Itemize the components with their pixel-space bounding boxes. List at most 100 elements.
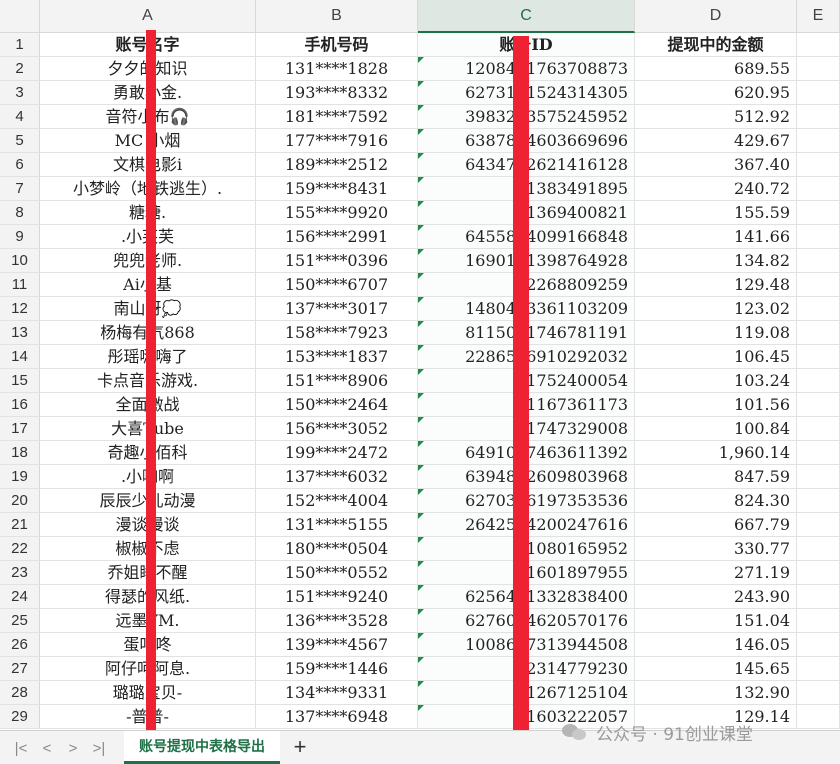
cell-empty[interactable] (797, 585, 840, 609)
cell-phone[interactable]: 151****0396 (256, 249, 418, 273)
cell-amount[interactable]: 155.59 (635, 201, 797, 225)
cell-phone[interactable]: 150****2464 (256, 393, 418, 417)
cell-amount[interactable]: 119.08 (635, 321, 797, 345)
row-number[interactable]: 8 (0, 201, 40, 225)
row-number[interactable]: 29 (0, 705, 40, 729)
cell-empty[interactable] (797, 609, 840, 633)
row-number[interactable]: 14 (0, 345, 40, 369)
row-number[interactable]: 24 (0, 585, 40, 609)
cell-phone[interactable]: 137****6948 (256, 705, 418, 729)
cell-phone[interactable]: 199****2472 (256, 441, 418, 465)
cell-phone[interactable]: 150****0552 (256, 561, 418, 585)
row-number[interactable]: 25 (0, 609, 40, 633)
row-number[interactable]: 3 (0, 81, 40, 105)
row-number[interactable]: 13 (0, 321, 40, 345)
cell-empty[interactable] (797, 561, 840, 585)
cell-amount[interactable]: 620.95 (635, 81, 797, 105)
row-number[interactable]: 6 (0, 153, 40, 177)
cell-empty[interactable] (797, 681, 840, 705)
cell-amount[interactable]: 240.72 (635, 177, 797, 201)
cell-empty[interactable] (797, 297, 840, 321)
cell-phone[interactable]: 159****1446 (256, 657, 418, 681)
cell-empty[interactable] (797, 129, 840, 153)
cell-phone[interactable]: 152****4004 (256, 489, 418, 513)
column-header-d[interactable]: D (635, 0, 797, 33)
row-number[interactable]: 22 (0, 537, 40, 561)
row-number[interactable]: 28 (0, 681, 40, 705)
cell-empty[interactable] (797, 153, 840, 177)
cell-amount[interactable]: 847.59 (635, 465, 797, 489)
row-number[interactable]: 9 (0, 225, 40, 249)
cell-phone[interactable]: 156****3052 (256, 417, 418, 441)
cell-phone[interactable]: 131****5155 (256, 513, 418, 537)
sheet-tab[interactable]: 账号提现中表格导出 (124, 731, 280, 764)
cell-phone[interactable]: 137****6032 (256, 465, 418, 489)
cell-phone[interactable]: 131****1828 (256, 57, 418, 81)
row-number[interactable]: 10 (0, 249, 40, 273)
row-number[interactable]: 15 (0, 369, 40, 393)
cell-phone[interactable]: 189****2512 (256, 153, 418, 177)
row-number[interactable]: 19 (0, 465, 40, 489)
cell-empty[interactable] (797, 57, 840, 81)
cell-empty[interactable] (797, 33, 840, 57)
cell-empty[interactable] (797, 657, 840, 681)
cell-amount[interactable]: 824.30 (635, 489, 797, 513)
last-sheet-icon[interactable]: >| (88, 737, 110, 759)
row-number[interactable]: 23 (0, 561, 40, 585)
row-number[interactable]: 20 (0, 489, 40, 513)
cell-empty[interactable] (797, 537, 840, 561)
cell-phone[interactable]: 193****8332 (256, 81, 418, 105)
cell-amount[interactable]: 106.45 (635, 345, 797, 369)
row-number[interactable]: 27 (0, 657, 40, 681)
header-cell-amount[interactable]: 提现中的金额 (635, 33, 797, 57)
row-number[interactable]: 4 (0, 105, 40, 129)
cell-phone[interactable]: 156****2991 (256, 225, 418, 249)
cell-amount[interactable]: 134.82 (635, 249, 797, 273)
cell-amount[interactable]: 1,960.14 (635, 441, 797, 465)
next-sheet-icon[interactable]: > (62, 737, 84, 759)
row-number[interactable]: 11 (0, 273, 40, 297)
row-number[interactable]: 1 (0, 33, 40, 57)
cell-phone[interactable]: 137****3017 (256, 297, 418, 321)
row-number[interactable]: 16 (0, 393, 40, 417)
cell-empty[interactable] (797, 513, 840, 537)
cell-empty[interactable] (797, 393, 840, 417)
cell-amount[interactable]: 330.77 (635, 537, 797, 561)
cell-empty[interactable] (797, 273, 840, 297)
first-sheet-icon[interactable]: |< (10, 737, 32, 759)
add-sheet-icon[interactable]: + (288, 734, 312, 759)
select-all-corner[interactable] (0, 0, 40, 33)
cell-phone[interactable]: 153****1837 (256, 345, 418, 369)
row-number[interactable]: 2 (0, 57, 40, 81)
cell-phone[interactable]: 159****8431 (256, 177, 418, 201)
column-header-c[interactable]: C (418, 0, 635, 33)
cell-amount[interactable]: 101.56 (635, 393, 797, 417)
cell-phone[interactable]: 155****9920 (256, 201, 418, 225)
cell-phone[interactable]: 139****4567 (256, 633, 418, 657)
cell-empty[interactable] (797, 201, 840, 225)
cell-empty[interactable] (797, 441, 840, 465)
cell-amount[interactable]: 689.55 (635, 57, 797, 81)
cell-empty[interactable] (797, 177, 840, 201)
column-header-b[interactable]: B (256, 0, 418, 33)
cell-phone[interactable]: 151****8906 (256, 369, 418, 393)
prev-sheet-icon[interactable]: < (36, 737, 58, 759)
cell-empty[interactable] (797, 705, 840, 729)
cell-phone[interactable]: 181****7592 (256, 105, 418, 129)
cell-amount[interactable]: 103.24 (635, 369, 797, 393)
cell-empty[interactable] (797, 225, 840, 249)
cell-amount[interactable]: 429.67 (635, 129, 797, 153)
row-number[interactable]: 7 (0, 177, 40, 201)
cell-empty[interactable] (797, 321, 840, 345)
cell-phone[interactable]: 180****0504 (256, 537, 418, 561)
cell-amount[interactable]: 243.90 (635, 585, 797, 609)
column-header-a[interactable]: A (40, 0, 256, 33)
cell-phone[interactable]: 158****7923 (256, 321, 418, 345)
cell-amount[interactable]: 271.19 (635, 561, 797, 585)
cell-amount[interactable]: 367.40 (635, 153, 797, 177)
cell-amount[interactable]: 145.65 (635, 657, 797, 681)
row-number[interactable]: 26 (0, 633, 40, 657)
cell-phone[interactable]: 136****3528 (256, 609, 418, 633)
cell-empty[interactable] (797, 249, 840, 273)
cell-empty[interactable] (797, 105, 840, 129)
